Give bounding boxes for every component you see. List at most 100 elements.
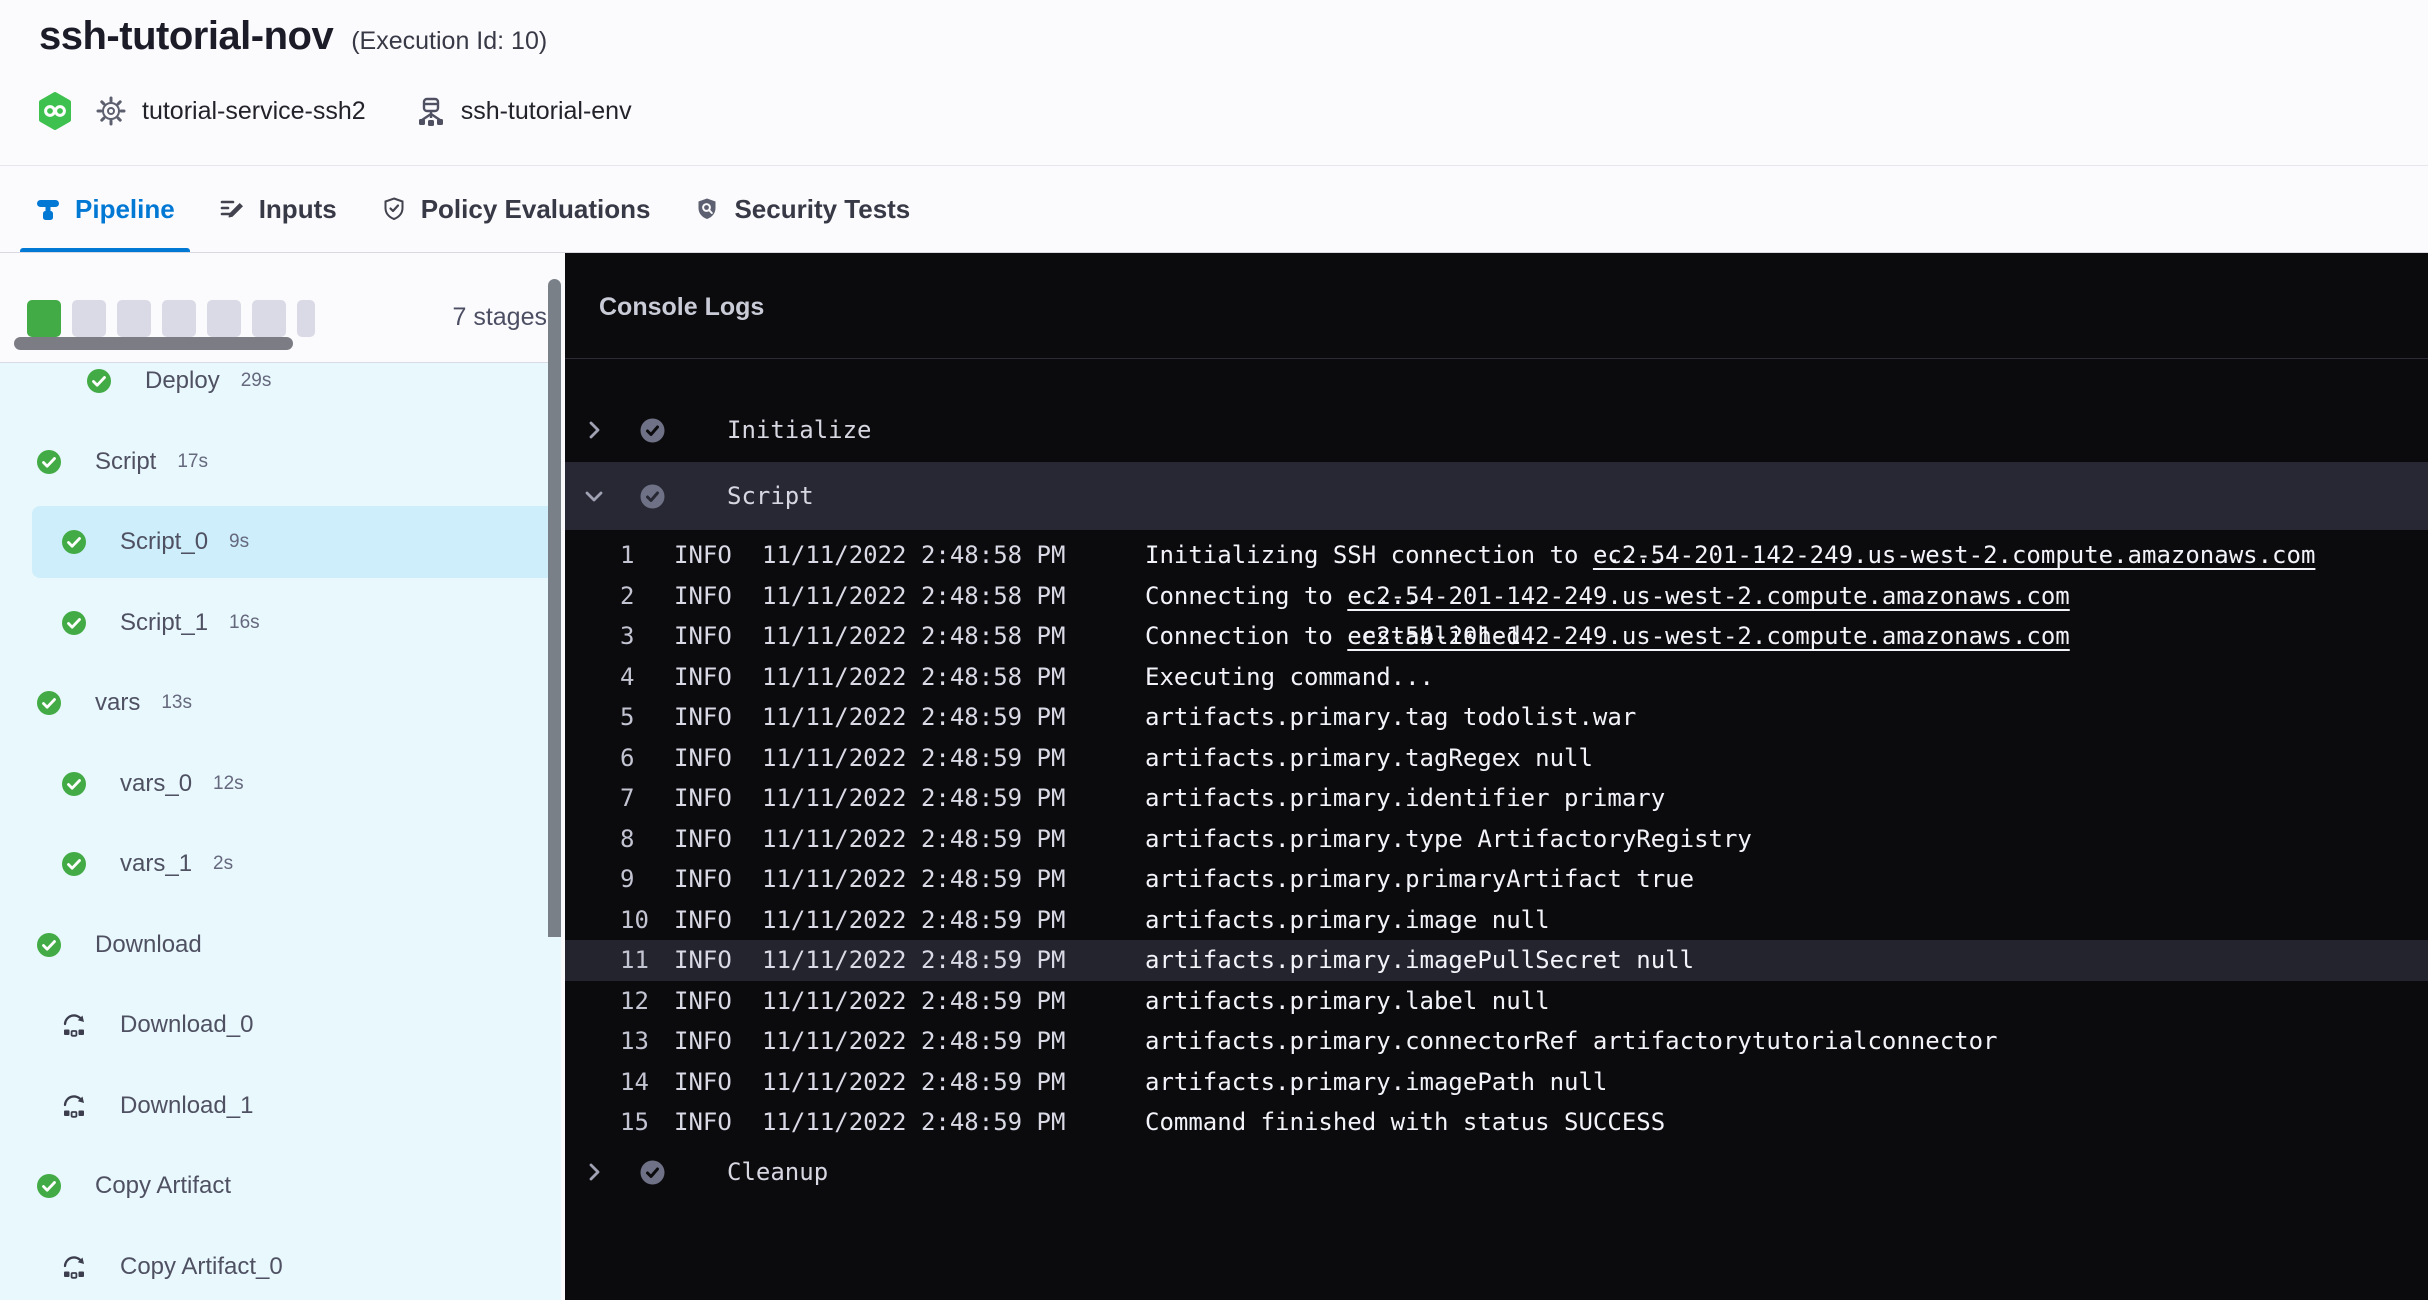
tab-policy-evaluations[interactable]: Policy Evaluations — [366, 166, 666, 252]
log-line-4: 4INFO11/11/2022 2:48:58 PMExecuting comm… — [565, 656, 2428, 697]
log-level: INFO — [674, 946, 732, 974]
log-timestamp: 11/11/2022 2:48:59 PM — [762, 1068, 1065, 1096]
log-timestamp: 11/11/2022 2:48:59 PM — [762, 703, 1065, 731]
stage-duration: 16s — [229, 612, 260, 634]
console-header-divider — [565, 358, 2428, 359]
success-check-icon — [61, 851, 87, 877]
log-timestamp: 11/11/2022 2:48:59 PM — [762, 987, 1065, 1015]
log-timestamp: 11/11/2022 2:48:59 PM — [762, 1108, 1065, 1136]
log-line-number: 5 — [620, 703, 634, 731]
stage-name: Download_1 — [120, 1092, 253, 1120]
tab-inputs[interactable]: Inputs — [204, 166, 352, 252]
log-line-12: 12INFO11/11/2022 2:48:59 PMartifacts.pri… — [565, 980, 2428, 1021]
host-link[interactable]: ec2-54-201-142-249.us-west-2.compute.ama… — [1347, 582, 2069, 610]
stage-name: Deploy — [145, 367, 220, 395]
log-message: Connecting to ec2-54-201-142-249.us-west… — [1145, 582, 1420, 610]
log-line-number: 9 — [620, 865, 634, 893]
log-timestamp: 11/11/2022 2:48:59 PM — [762, 946, 1065, 974]
log-timestamp: 11/11/2022 2:48:59 PM — [762, 825, 1065, 853]
stage-row-copy-artifact[interactable]: Copy Artifact — [0, 1150, 561, 1222]
environment-icon — [417, 96, 445, 126]
log-line-15: 15INFO11/11/2022 2:48:59 PMCommand finis… — [565, 1102, 2428, 1143]
stage-count-label: 7 stages — [452, 303, 547, 332]
progress-segment-7 — [297, 300, 315, 337]
log-line-number: 3 — [620, 622, 634, 650]
stage-row-copy-artifact-0[interactable]: Copy Artifact_0 — [0, 1231, 561, 1300]
service-name[interactable]: tutorial-service-ssh2 — [142, 97, 366, 126]
log-level: INFO — [674, 1108, 732, 1136]
log-line-number: 2 — [620, 582, 634, 610]
log-section-script[interactable]: Script — [565, 462, 2428, 530]
pipeline-icon — [35, 196, 61, 222]
success-check-icon — [36, 690, 62, 716]
success-check-icon — [36, 932, 62, 958]
log-line-number: 15 — [620, 1108, 649, 1136]
log-level: INFO — [674, 744, 732, 772]
stage-row-script-1[interactable]: Script_116s — [0, 587, 561, 659]
chevron-right-icon[interactable] — [581, 1159, 607, 1185]
stage-row-download[interactable]: Download — [0, 909, 561, 981]
log-timestamp: 11/11/2022 2:48:58 PM — [762, 541, 1065, 569]
inputs-icon — [219, 196, 245, 222]
log-message: Initializing SSH connection to ec2-54-20… — [1145, 541, 1665, 569]
log-level: INFO — [674, 865, 732, 893]
section-name: Initialize — [727, 416, 872, 444]
chevron-right-icon[interactable] — [581, 417, 607, 443]
log-section-initialize[interactable]: Initialize — [565, 396, 2428, 464]
security-shield-icon — [694, 196, 720, 222]
success-check-icon — [61, 771, 87, 797]
log-line-6: 6INFO11/11/2022 2:48:59 PMartifacts.prim… — [565, 737, 2428, 778]
log-line-3: 3INFO11/11/2022 2:48:58 PMConnection to … — [565, 616, 2428, 657]
console-panel: Console Logs Initialize Script 1INFO11/1… — [565, 253, 2428, 1300]
stage-row-vars-0[interactable]: vars_012s — [0, 748, 561, 820]
stage-name: Copy Artifact — [95, 1172, 231, 1200]
log-line-11: 11INFO11/11/2022 2:48:59 PMartifacts.pri… — [565, 940, 2428, 981]
log-timestamp: 11/11/2022 2:48:59 PM — [762, 1027, 1065, 1055]
log-timestamp: 11/11/2022 2:48:58 PM — [762, 622, 1065, 650]
stage-name: Script_0 — [120, 528, 208, 556]
log-section-cleanup[interactable]: Cleanup — [565, 1138, 2428, 1206]
host-link[interactable]: ec2-54-201-142-249.us-west-2.compute.ama… — [1347, 622, 2069, 650]
log-line-number: 14 — [620, 1068, 649, 1096]
success-check-icon — [61, 529, 87, 555]
stage-row-deploy[interactable]: Deploy 29s — [0, 363, 561, 417]
progress-horizontal-scrollbar[interactable] — [14, 337, 293, 350]
stage-duration: 29s — [241, 370, 272, 392]
log-message: artifacts.primary.type ArtifactoryRegist… — [1145, 825, 1752, 853]
tab-pipeline[interactable]: Pipeline — [20, 166, 190, 252]
log-message: Executing command... — [1145, 663, 1434, 691]
success-check-icon — [36, 1173, 62, 1199]
success-check-icon — [86, 368, 112, 394]
host-link[interactable]: ec2-54-201-142-249.us-west-2.compute.ama… — [1593, 541, 2315, 569]
tab-label: Pipeline — [75, 196, 175, 222]
chevron-down-icon[interactable] — [581, 483, 607, 509]
execution-header: ssh-tutorial-nov (Execution Id: 10) — [0, 0, 2428, 165]
log-line-number: 6 — [620, 744, 634, 772]
log-line-number: 10 — [620, 906, 649, 934]
stage-name: Copy Artifact_0 — [120, 1253, 283, 1281]
log-message: artifacts.primary.imagePath null — [1145, 1068, 1607, 1096]
log-message: artifacts.primary.primaryArtifact true — [1145, 865, 1694, 893]
log-line-number: 11 — [620, 946, 649, 974]
stage-row-script[interactable]: Script17s — [0, 426, 561, 498]
section-success-icon — [639, 417, 666, 444]
log-line-1: 1INFO11/11/2022 2:48:58 PMInitializing S… — [565, 535, 2428, 576]
progress-segment-1 — [27, 300, 61, 337]
progress-segment-3 — [117, 300, 151, 337]
stage-list-scrollbar[interactable] — [548, 279, 561, 937]
progress-segment-2 — [72, 300, 106, 337]
stage-row-download-1[interactable]: Download_1 — [0, 1070, 561, 1142]
log-level: INFO — [674, 582, 732, 610]
stage-name: Download — [95, 931, 202, 959]
stage-name: Script — [95, 448, 156, 476]
environment-name[interactable]: ssh-tutorial-env — [461, 97, 632, 126]
stage-duration: 13s — [161, 692, 192, 714]
stage-row-vars-1[interactable]: vars_12s — [0, 828, 561, 900]
stage-row-download-0[interactable]: Download_0 — [0, 989, 561, 1061]
stage-row-vars[interactable]: vars13s — [0, 667, 561, 739]
tab-security-tests[interactable]: Security Tests — [679, 166, 925, 252]
stage-row-script-0[interactable]: Script_09s — [0, 506, 561, 578]
log-level: INFO — [674, 1068, 732, 1096]
tab-label: Inputs — [259, 196, 337, 222]
log-level: INFO — [674, 906, 732, 934]
